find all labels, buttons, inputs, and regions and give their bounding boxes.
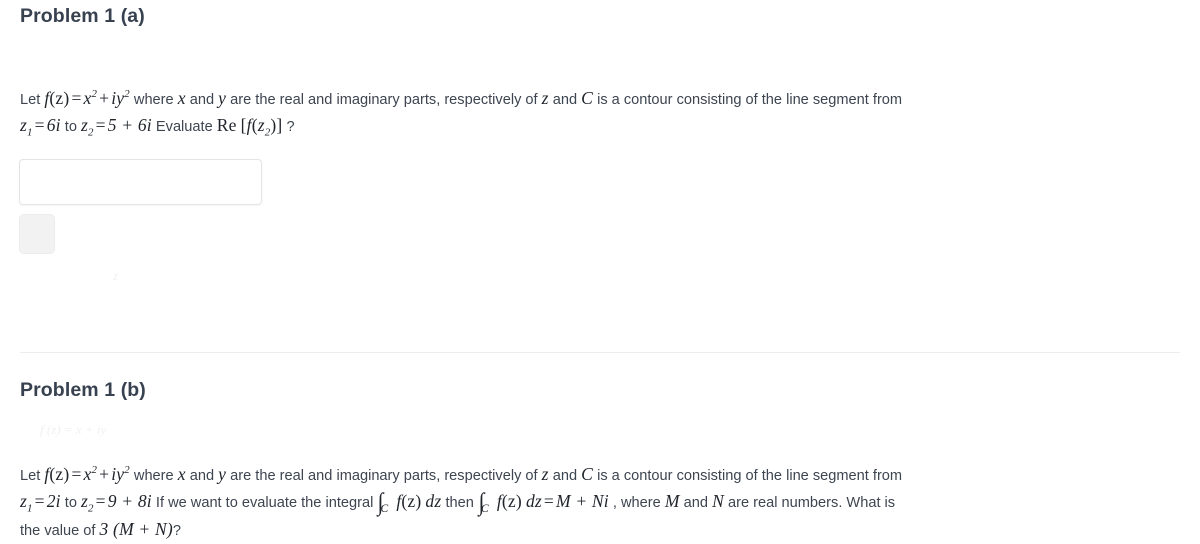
statement-a-intro: Let (20, 92, 45, 108)
statement-a-question-mark: ? (282, 119, 295, 135)
math-var-z-a: z (541, 88, 549, 108)
math-var-z-b: z (541, 464, 549, 484)
statement-b-and1: and (185, 468, 219, 484)
math-z2-b: z2 = 9 + 8i (81, 491, 152, 515)
statement-b-and3: and (679, 495, 713, 511)
math-z1-a: z1 = 6i (20, 115, 61, 139)
statement-a-where: where (129, 92, 178, 108)
problem-page: Problem 1 (a) Let f(z) = x2 + iy2 where x an… (0, 0, 1200, 544)
math-var-x-a: x (177, 88, 186, 108)
statement-a-mid1: are the real and imaginary parts, respec… (226, 92, 542, 108)
statement-b-tail: If we want to evaluate the integral (151, 495, 378, 511)
math-z1-b: z1 = 2i (20, 491, 61, 515)
statement-a-to: to (60, 119, 82, 135)
math-var-x-b: x (177, 464, 186, 484)
render-artifact-a: z (113, 268, 119, 283)
problem-b-statement: Let f(z) = x2 + iy2 where x and y are the re… (20, 462, 1180, 544)
math-function-definition-b: f(z) = x2 + iy2 (44, 464, 130, 484)
statement-b-intro: Let (20, 468, 45, 484)
math-function-definition-a: f(z) = x2 + iy2 (44, 88, 130, 108)
statement-b-line3-intro: the value of (20, 523, 100, 539)
statement-b-line3-question: ? (172, 523, 182, 539)
statement-b-where: where (129, 468, 178, 484)
math-var-c-a: C (581, 88, 594, 108)
problem-a-statement: Let f(z) = x2 + iy2 where x and y are the re… (20, 86, 1180, 140)
statement-b-tail2: are real numbers. What is (723, 495, 896, 511)
statement-b-and2: and (548, 468, 582, 484)
render-artifact-b: f (z) = x + iy (40, 422, 107, 437)
statement-b-comma-where: , where (608, 495, 665, 511)
math-final-expression-b: 3 (M + N) (99, 519, 173, 539)
answer-input-a[interactable] (19, 159, 262, 205)
problem-b-heading: Problem 1 (b) (20, 379, 146, 401)
problem-a-heading: Problem 1 (a) (20, 5, 145, 27)
math-var-y-b: y (218, 464, 227, 484)
answer-submit-button-a[interactable] (19, 214, 55, 254)
statement-a-and2: and (548, 92, 582, 108)
math-integral-1-b: ∫C f(z) dz (377, 489, 442, 516)
statement-b-mid1: are the real and imaginary parts, respec… (226, 468, 542, 484)
section-divider (20, 352, 1180, 353)
statement-b-mid2: is a contour consisting of the line segm… (593, 468, 903, 484)
statement-b-then: then (441, 495, 478, 511)
math-integral-2-b: ∫C f(z) dz = M + Ni (478, 489, 609, 516)
math-var-c-b: C (581, 464, 594, 484)
math-re-expression-a: Re [f(z2)] (216, 115, 283, 139)
statement-a-mid2: is a contour consisting of the line segm… (593, 92, 903, 108)
math-var-y-a: y (218, 88, 227, 108)
math-var-m-b: M (664, 491, 680, 511)
statement-a-tail: Evaluate (151, 119, 217, 135)
statement-a-and1: and (185, 92, 219, 108)
math-z2-a: z2 = 5 + 6i (81, 115, 152, 139)
math-var-n-b: N (712, 491, 724, 511)
statement-b-to: to (60, 495, 82, 511)
